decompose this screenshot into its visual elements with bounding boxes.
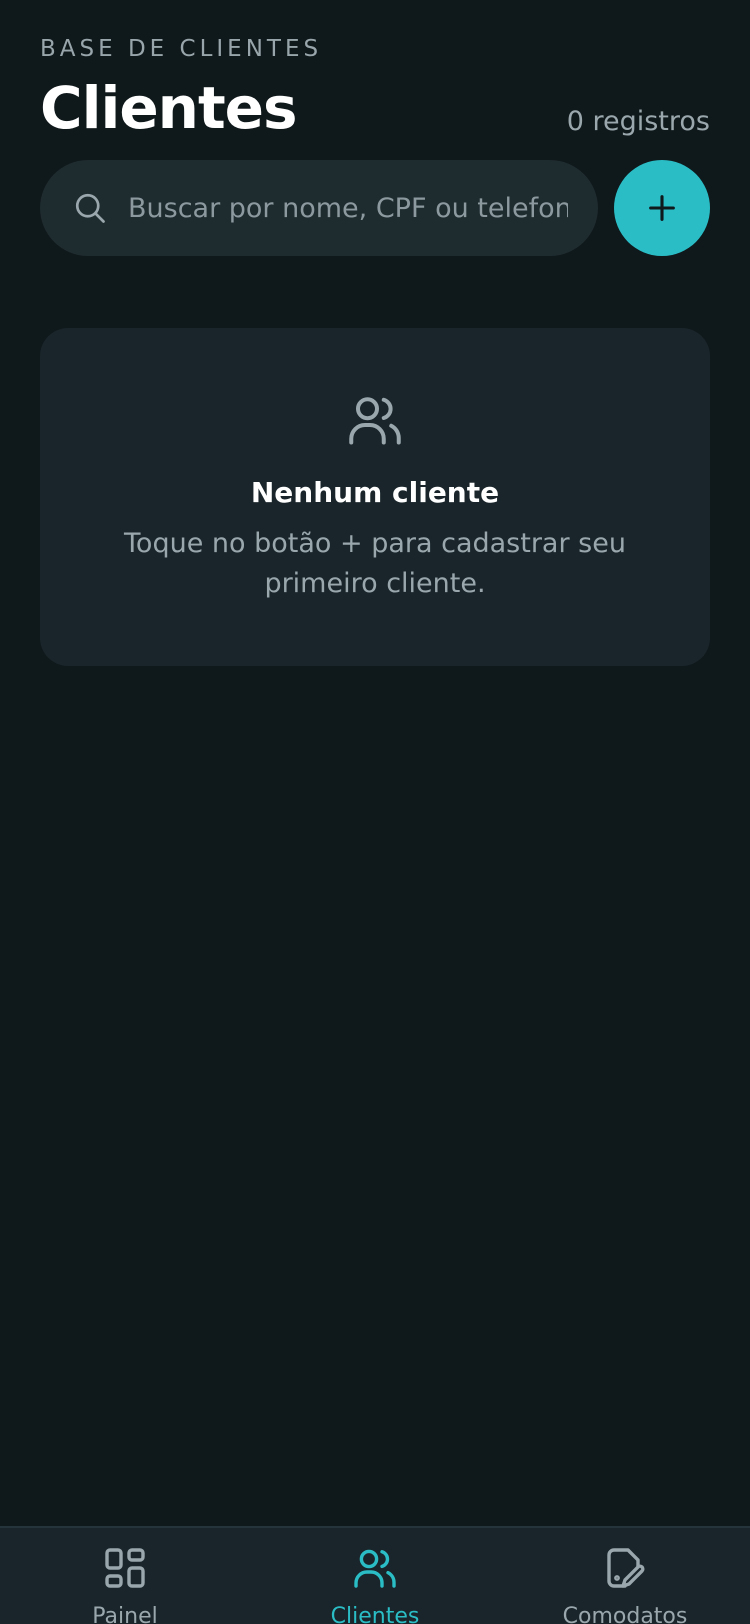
dashboard-grid-icon (105, 1548, 145, 1588)
bottom-navigation: Painel Clientes Comodatos (0, 1526, 750, 1624)
page-eyebrow: BASE DE CLIENTES (40, 36, 323, 62)
empty-state-title: Nenhum cliente (250, 476, 500, 509)
page-title: Clientes (40, 74, 298, 142)
search-bar[interactable] (40, 160, 598, 256)
search-icon (75, 193, 105, 223)
users-icon (349, 397, 401, 445)
document-edit-icon (607, 1548, 645, 1588)
plus-icon (649, 195, 675, 221)
empty-state-message: Toque no botão + para cadastrar seu prim… (124, 528, 626, 599)
nav-label-comodatos: Comodatos (562, 1604, 688, 1624)
nav-label-clientes: Clientes (330, 1604, 420, 1624)
clientes-screen: BASE DE CLIENTES Clientes 0 registros Ne… (0, 0, 750, 1624)
nav-item-painel[interactable]: Painel (0, 1528, 250, 1624)
nav-item-clientes[interactable]: Clientes (250, 1528, 500, 1624)
empty-state-card: Nenhum cliente Toque no botão + para cad… (40, 328, 710, 666)
nav-label-painel: Painel (92, 1604, 158, 1624)
search-input[interactable] (128, 192, 598, 224)
record-count: 0 registros (566, 106, 710, 137)
users-icon (354, 1549, 396, 1588)
nav-item-comodatos[interactable]: Comodatos (500, 1528, 750, 1624)
add-client-button[interactable] (614, 160, 710, 256)
